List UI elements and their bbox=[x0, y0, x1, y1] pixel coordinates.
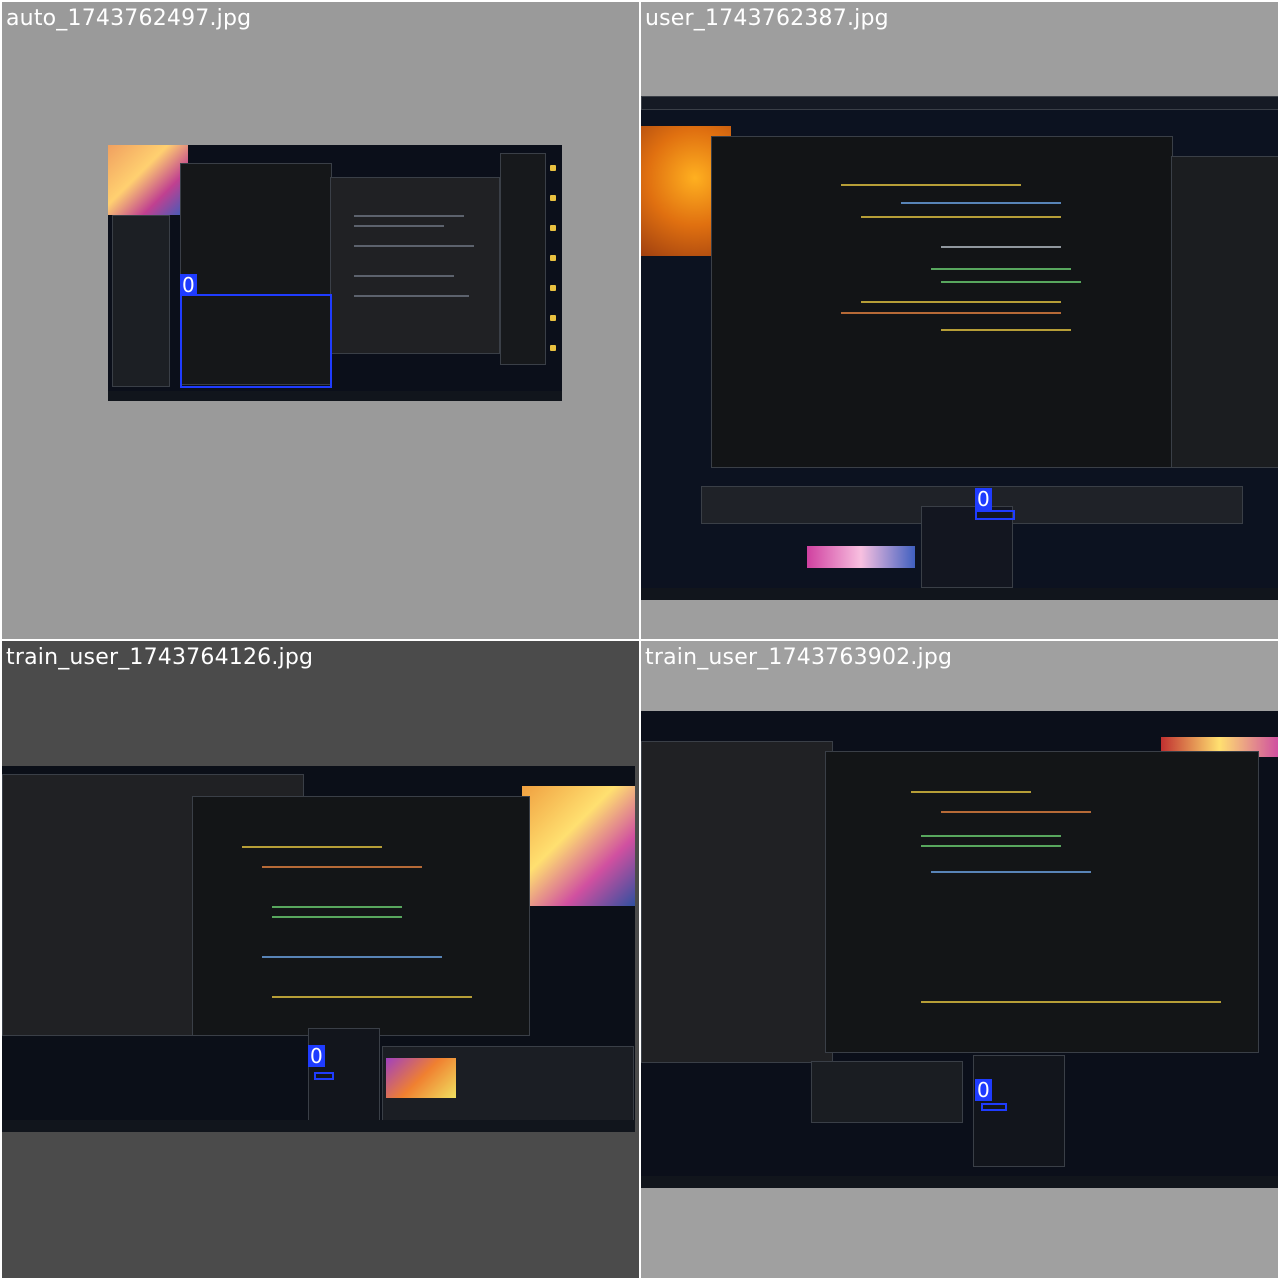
code-line bbox=[262, 956, 442, 958]
mosaic-tile-4: train_user_1743763902.jpg 0 bbox=[641, 641, 1278, 1278]
code-line bbox=[272, 906, 402, 908]
annotation-label: 0 bbox=[180, 273, 197, 297]
folder-icon bbox=[550, 255, 556, 261]
code-line bbox=[941, 246, 1061, 248]
file-panel-window bbox=[500, 153, 546, 365]
screenshot-thumbnail bbox=[108, 145, 562, 401]
mosaic-tile-1: auto_1743762497.jpg 0 bbox=[2, 2, 639, 639]
folder-icon bbox=[550, 315, 556, 321]
chat-window bbox=[641, 741, 833, 1063]
taskbar bbox=[641, 1176, 1278, 1188]
bottom-panel bbox=[811, 1061, 963, 1123]
top-app-bar bbox=[641, 96, 1278, 110]
text-line bbox=[354, 225, 444, 227]
mosaic-tile-2: user_1743762387.jpg 0 bbox=[641, 2, 1278, 639]
annotation-label: 0 bbox=[308, 1044, 325, 1068]
code-line bbox=[861, 301, 1061, 303]
tile-filename: train_user_1743764126.jpg bbox=[6, 645, 314, 670]
wallpaper-art bbox=[108, 145, 188, 215]
code-line bbox=[931, 871, 1091, 873]
code-line bbox=[921, 845, 1061, 847]
code-line bbox=[272, 916, 402, 918]
annotation-label: 0 bbox=[975, 1078, 992, 1102]
screenshot-thumbnail bbox=[641, 96, 1278, 600]
annotation-box bbox=[180, 294, 332, 388]
code-line bbox=[941, 281, 1081, 283]
code-line bbox=[841, 184, 1021, 186]
text-line bbox=[354, 245, 474, 247]
taskbar bbox=[641, 588, 1278, 600]
annotation-box bbox=[975, 510, 1015, 520]
code-editor-window bbox=[825, 751, 1259, 1053]
code-line bbox=[262, 866, 422, 868]
folder-icon bbox=[550, 195, 556, 201]
text-line bbox=[354, 215, 464, 217]
taskbar bbox=[108, 391, 562, 401]
code-line bbox=[861, 216, 1061, 218]
folder-icon bbox=[550, 345, 556, 351]
game-thumbnail bbox=[386, 1058, 456, 1098]
code-line bbox=[841, 312, 1061, 314]
text-line bbox=[354, 275, 454, 277]
tile-filename: train_user_1743763902.jpg bbox=[645, 645, 953, 670]
task-list-window bbox=[973, 1055, 1065, 1167]
thumbnail-image bbox=[807, 546, 915, 568]
code-line bbox=[242, 846, 382, 848]
folder-icon bbox=[550, 225, 556, 231]
tile-filename: user_1743762387.jpg bbox=[645, 6, 889, 31]
code-line bbox=[272, 996, 472, 998]
annotation-box bbox=[981, 1103, 1007, 1111]
annotation-label: 0 bbox=[975, 487, 992, 511]
folder-icon bbox=[550, 285, 556, 291]
text-line bbox=[354, 295, 469, 297]
folder-icon bbox=[550, 165, 556, 171]
code-line bbox=[921, 1001, 1221, 1003]
tile-filename: auto_1743762497.jpg bbox=[6, 6, 252, 31]
taskbar bbox=[2, 1120, 635, 1132]
code-line bbox=[941, 329, 1071, 331]
browser-window bbox=[330, 177, 500, 354]
mosaic-tile-3: train_user_1743764126.jpg 0 bbox=[2, 641, 639, 1278]
code-line bbox=[911, 791, 1031, 793]
code-line bbox=[931, 268, 1071, 270]
code-line bbox=[921, 835, 1061, 837]
side-panel-window bbox=[112, 215, 170, 387]
wallpaper-art bbox=[522, 786, 635, 906]
code-line bbox=[941, 811, 1091, 813]
chat-panel-window bbox=[1171, 156, 1278, 468]
screenshot-thumbnail bbox=[641, 711, 1278, 1188]
annotation-box bbox=[314, 1072, 334, 1080]
code-line bbox=[901, 202, 1061, 204]
